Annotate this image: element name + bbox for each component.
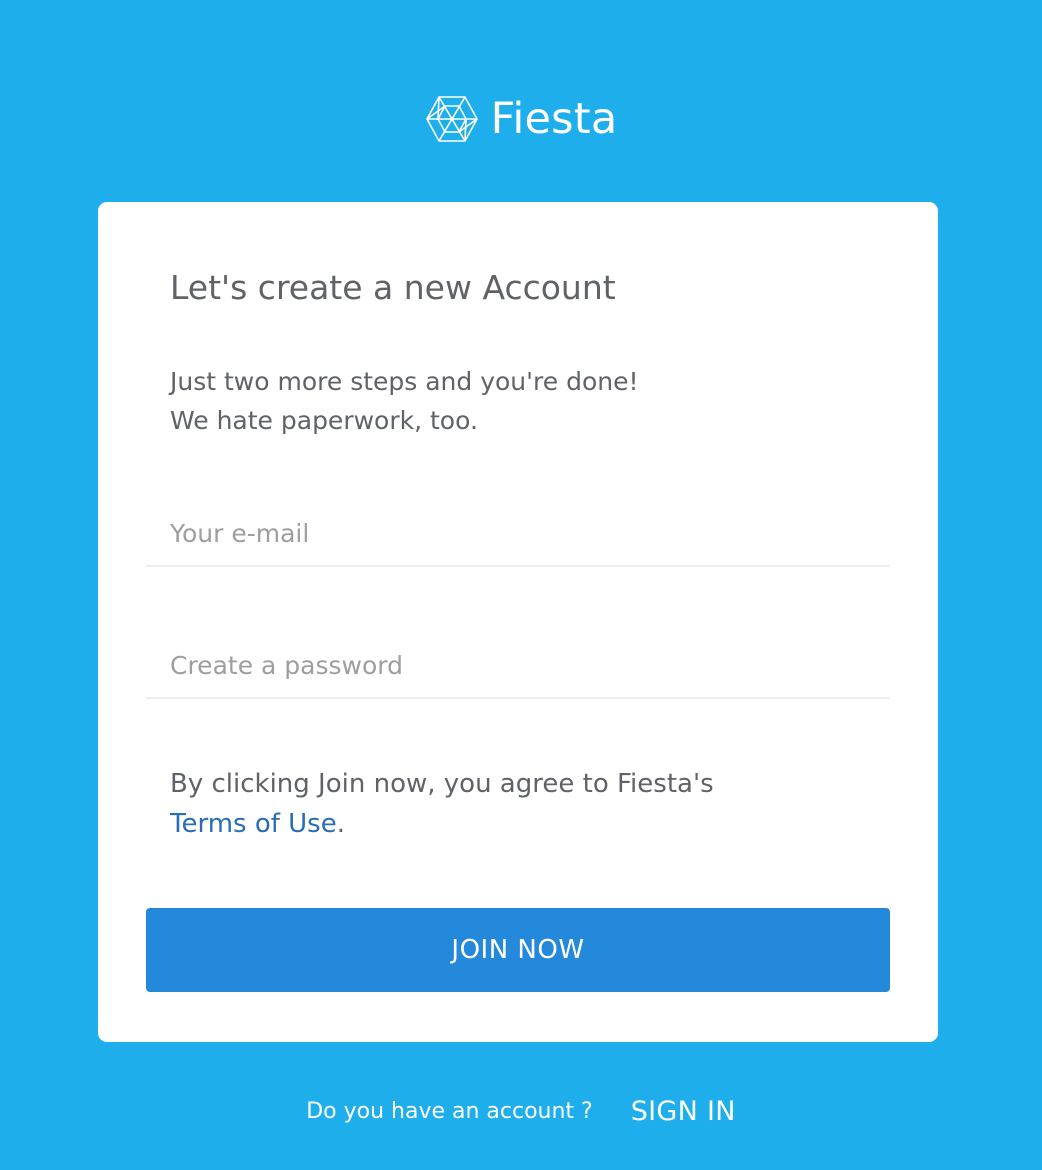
brand-header: Fiesta [0,88,1042,150]
signin-prompt: Do you have an account ? SIGN IN [0,1090,1042,1132]
brand-name: Fiesta [490,93,618,144]
terms-prefix: By clicking Join now, you agree to Fiest… [170,769,714,799]
join-now-button[interactable]: JOIN NOW [146,908,890,992]
geodesic-hexagon-icon [425,96,478,142]
account-question: Do you have an account ? [306,1098,593,1124]
intro-line-2: We hate paperwork, too. [170,406,478,435]
intro-line-1: Just two more steps and you're done! [170,367,639,396]
page-title: Let's create a new Account [170,268,616,307]
terms-notice: By clicking Join now, you agree to Fiest… [170,764,714,844]
terms-of-use-link[interactable]: Terms of Use [170,809,337,839]
password-input[interactable] [146,639,890,699]
intro-text: Just two more steps and you're done! We … [170,362,639,440]
signup-card: Let's create a new Account Just two more… [98,202,938,1042]
sign-in-link[interactable]: SIGN IN [631,1096,736,1127]
terms-line-2: Terms of Use. [170,804,714,844]
email-input[interactable] [146,507,890,567]
terms-suffix: . [336,809,345,839]
